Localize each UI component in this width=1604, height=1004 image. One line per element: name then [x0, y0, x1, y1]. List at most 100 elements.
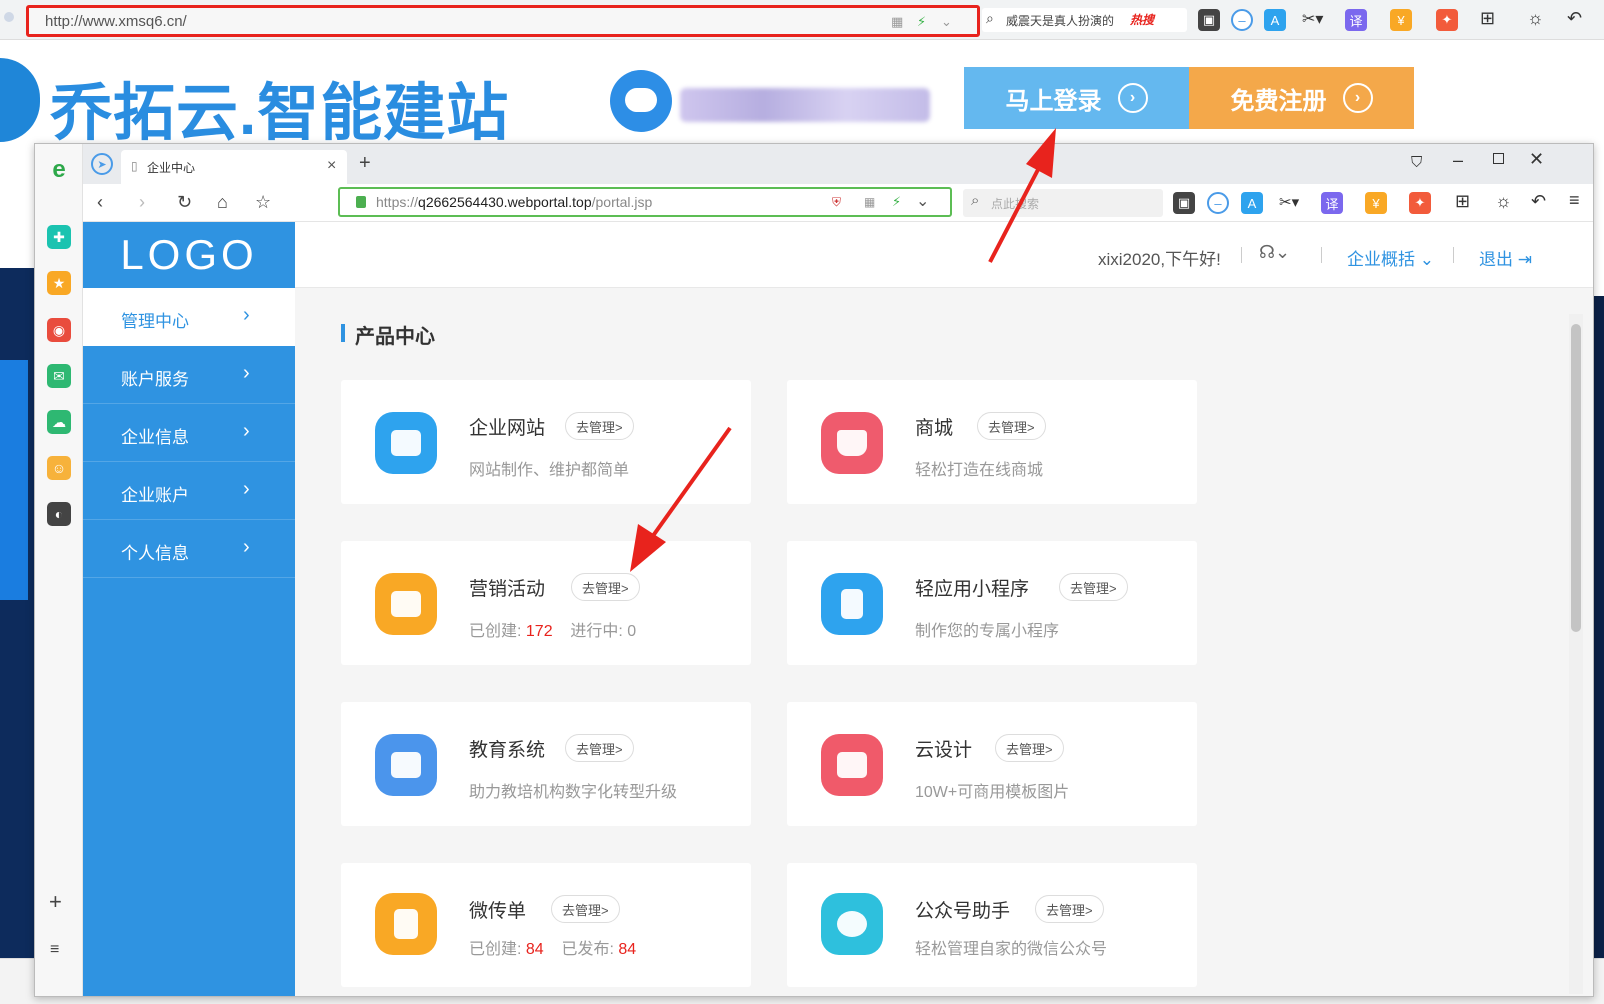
minus-circle-icon[interactable]: – [1207, 192, 1229, 214]
manage-button[interactable]: 去管理> [571, 573, 640, 601]
refresh-icon[interactable]: ↻ [177, 192, 192, 213]
lightning-icon[interactable]: ⚡ [892, 194, 901, 210]
brightness-icon[interactable]: ☼ [1527, 8, 1544, 29]
menu-item-company-info[interactable]: 企业信息 › [83, 404, 295, 462]
product-name: 公众号助手 [915, 901, 1011, 922]
skin-icon[interactable]: ⛉ [1411, 154, 1422, 171]
menu-icon[interactable]: ≡ [1569, 190, 1580, 211]
inner-address-bar[interactable]: https://q2662564430.webportal.top/portal… [338, 187, 952, 217]
tab-portal[interactable]: ▯ 企业中心 × [121, 150, 347, 184]
headset-icon[interactable]: ☊⌄ [1259, 242, 1290, 263]
product-card-website[interactable]: 企业网站 去管理> 网站制作、维护都简单 [341, 380, 751, 504]
brightness-icon[interactable]: ☼ [1495, 191, 1512, 212]
chevron-right-icon: › [1117, 83, 1148, 113]
book-icon [375, 734, 437, 796]
favorites-icon[interactable]: ★ [47, 271, 71, 295]
menu-item-company-account[interactable]: 企业账户 › [83, 462, 295, 520]
game-icon[interactable]: ✦ [1409, 192, 1431, 214]
translate-icon[interactable]: 译 [1345, 9, 1367, 31]
close-tab-icon[interactable]: × [327, 157, 336, 175]
browser-logo-icon[interactable]: e [47, 156, 71, 183]
login-button[interactable]: 马上登录 › [964, 67, 1189, 129]
undo-icon[interactable]: ↶ [1567, 8, 1582, 29]
menu-item-label: 企业信息 [121, 428, 189, 447]
back-icon[interactable]: ‹ [97, 192, 103, 213]
grid-icon[interactable]: ⊞ [1455, 191, 1470, 212]
product-card-wechat-assistant[interactable]: 公众号助手 去管理> 轻松管理自家的微信公众号 [787, 863, 1197, 987]
reader-icon[interactable]: ▣ [1173, 192, 1195, 214]
portal-logo[interactable]: LOGO [83, 222, 295, 288]
menu-item-label: 个人信息 [121, 544, 189, 563]
add-icon[interactable]: + [49, 889, 62, 915]
mail-icon[interactable]: ✉ [47, 364, 71, 388]
health-icon[interactable]: ✚ [47, 225, 71, 249]
product-card-education[interactable]: 教育系统 去管理> 助力教培机构数字化转型升级 [341, 702, 751, 826]
menu-item-management-center[interactable]: 管理中心 › [83, 288, 295, 346]
product-card-mini-program[interactable]: 轻应用小程序 去管理> 制作您的专属小程序 [787, 541, 1197, 665]
shield-coin-icon[interactable]: ¥ [1390, 9, 1412, 31]
cloud-icon[interactable]: ☁ [47, 410, 71, 434]
inner-search-box[interactable]: ⌕ 点此搜索 [963, 189, 1163, 217]
qr-code-icon[interactable]: ▦ [891, 14, 903, 30]
reader-icon[interactable]: ▣ [1198, 9, 1220, 31]
app-store-icon[interactable]: A [1264, 9, 1286, 31]
register-button[interactable]: 免费注册 › [1189, 67, 1414, 129]
translate-icon[interactable]: 译 [1321, 192, 1343, 214]
qr-code-icon[interactable]: ▦ [864, 195, 875, 209]
shield-coin-icon[interactable]: ¥ [1365, 192, 1387, 214]
product-card-cloud-design[interactable]: 云设计 去管理> 10W+可商用模板图片 [787, 702, 1197, 826]
navigate-icon[interactable]: ➤ [91, 153, 113, 175]
manage-button[interactable]: 去管理> [551, 895, 620, 923]
product-card-marketing[interactable]: 营销活动 去管理> 已创建: 172 进行中: 0 [341, 541, 751, 665]
product-name: 微传单 [469, 901, 527, 922]
manage-button[interactable]: 去管理> [1035, 895, 1104, 923]
product-description: 10W+可商用模板图片 [915, 784, 1070, 801]
logout-link[interactable]: 退出 ⇥ [1479, 245, 1532, 270]
chevron-right-icon: › [243, 420, 250, 442]
chevron-down-icon[interactable]: ⌄ [941, 14, 952, 30]
product-card-flyer[interactable]: 微传单 去管理> 已创建: 84 已发布: 84 [341, 863, 751, 987]
panda-icon[interactable]: ◐ [47, 502, 71, 526]
scrollbar-thumb[interactable] [1571, 324, 1581, 632]
scissors-icon[interactable]: ✂▾ [1302, 9, 1323, 29]
app-store-icon[interactable]: A [1241, 192, 1263, 214]
customer-service-avatar[interactable] [610, 70, 672, 132]
game-avatar-icon[interactable]: ☺ [47, 456, 71, 480]
page-scrollbar[interactable] [1569, 314, 1583, 994]
outer-address-bar[interactable]: http://www.xmsq6.cn/ ▦ ⚡ ⌄ [26, 5, 980, 37]
product-description: 助力教培机构数字化转型升级 [469, 784, 678, 801]
star-icon[interactable]: ☆ [255, 192, 271, 213]
lock-icon [356, 196, 366, 208]
scissors-icon[interactable]: ✂▾ [1279, 193, 1299, 211]
manage-button[interactable]: 去管理> [565, 412, 634, 440]
security-shield-icon[interactable]: ⛨ [832, 195, 841, 210]
site-info-icon[interactable] [4, 12, 14, 22]
maximize-icon[interactable] [1493, 153, 1504, 164]
lightning-icon[interactable]: ⚡ [917, 14, 926, 30]
manage-button[interactable]: 去管理> [1059, 573, 1128, 601]
manage-button[interactable]: 去管理> [977, 412, 1046, 440]
minus-circle-icon[interactable]: – [1231, 9, 1253, 31]
minimize-icon[interactable]: – [1453, 150, 1463, 171]
weibo-icon[interactable]: ◉ [47, 318, 71, 342]
forward-icon[interactable]: › [139, 192, 145, 213]
outer-search-box[interactable]: ⌕ 威震天是真人扮演的 热搜 [982, 8, 1187, 32]
chevron-right-icon: › [1342, 83, 1373, 113]
chevron-down-icon[interactable]: ⌄ [916, 191, 929, 211]
close-window-icon[interactable]: ✕ [1529, 149, 1544, 170]
game-icon[interactable]: ✦ [1436, 9, 1458, 31]
new-tab-icon[interactable]: + [359, 152, 371, 175]
home-icon[interactable]: ⌂ [217, 192, 228, 213]
menu-item-account-services[interactable]: 账户服务 › [83, 346, 295, 404]
manage-button[interactable]: 去管理> [565, 734, 634, 762]
section-title-accent [341, 324, 345, 342]
product-card-mall[interactable]: 商城 去管理> 轻松打造在线商城 [787, 380, 1197, 504]
header-divider [1241, 247, 1242, 263]
list-icon[interactable]: ≡ [50, 941, 59, 959]
product-center: 产品中心 企业网站 去管理> 网站制作、维护都简单 商城 去管理> 轻松打造在线… [295, 288, 1593, 996]
menu-item-personal-info[interactable]: 个人信息 › [83, 520, 295, 578]
undo-icon[interactable]: ↶ [1531, 191, 1546, 212]
grid-icon[interactable]: ⊞ [1480, 8, 1495, 29]
overview-link[interactable]: 企业概括 ⌄ [1347, 245, 1434, 270]
manage-button[interactable]: 去管理> [995, 734, 1064, 762]
